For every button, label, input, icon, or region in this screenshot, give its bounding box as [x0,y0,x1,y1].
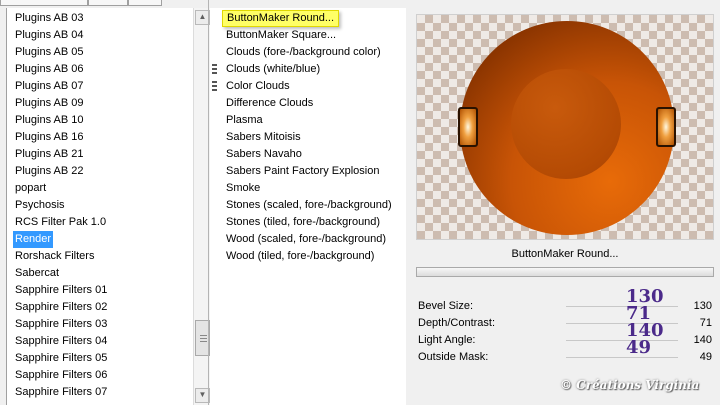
filter-item[interactable]: Smoke [222,180,264,197]
category-item[interactable]: Sapphire Filters 02 [13,299,109,316]
filter-item[interactable]: ButtonMaker Round... [222,10,340,27]
category-item[interactable]: Sapphire Filters 07 [13,384,109,401]
filter-item[interactable]: Stones (scaled, fore-/background) [222,197,396,214]
category-item[interactable]: Plugins AB 16 [13,129,86,146]
category-item[interactable]: Sapphire Filters 03 [13,316,109,333]
tab-stub[interactable] [88,0,128,6]
parameter-value[interactable]: 140 [694,334,712,346]
parameter-row[interactable]: Depth/Contrast: 71 [416,315,714,332]
category-item[interactable]: Psychosis [13,197,67,214]
category-item[interactable]: Sapphire Filters 05 [13,350,109,367]
category-item[interactable]: Plugins AB 21 [13,146,86,163]
tab-stub[interactable] [128,0,162,6]
preview-canvas [416,14,714,240]
panel-divider [208,0,209,405]
category-item[interactable]: Plugins AB 03 [13,10,86,27]
top-tab-strip [0,0,200,6]
parameter-slider[interactable] [566,357,678,358]
category-item[interactable]: Sapphire Filters 01 [13,282,109,299]
category-item[interactable]: Plugins AB 09 [13,95,86,112]
filter-item[interactable]: Clouds (white/blue) [222,61,324,78]
filter-item[interactable]: Sabers Paint Factory Explosion [222,163,383,180]
filter-item[interactable]: Difference Clouds [222,95,317,112]
category-item[interactable]: Sapphire Filters 06 [13,367,109,384]
parameter-label: Bevel Size: [418,300,474,312]
category-item[interactable]: Plugins AB 10 [13,112,86,129]
filter-item[interactable]: Sabers Mitoisis [222,129,305,146]
category-item[interactable]: Plugins AB 04 [13,27,86,44]
category-item[interactable]: Render [13,231,54,248]
parameter-label: Light Angle: [418,334,476,346]
category-item[interactable]: popart [13,180,48,197]
filter-item[interactable]: Sabers Navaho [222,146,306,163]
parameter-value[interactable]: 49 [700,351,712,363]
group-marker-icon [212,64,217,77]
filter-item[interactable]: Plasma [222,112,267,129]
tab-stub[interactable] [0,0,88,6]
category-item[interactable]: Plugins AB 07 [13,78,86,95]
filter-item[interactable]: Color Clouds [222,78,294,95]
preview-title: ButtonMaker Round... [416,243,714,265]
category-item[interactable]: Plugins AB 22 [13,163,86,180]
parameter-row[interactable]: Outside Mask: 49 [416,349,714,366]
group-marker-icon [212,81,217,94]
parameter-row[interactable]: Light Angle: 140 [416,332,714,349]
category-list: Plugins AB 03 Plugins AB 04 Plugins AB 05 P… [6,8,210,405]
parameter-value[interactable]: 130 [694,300,712,312]
value-annotation: 49 [626,337,652,358]
filter-item[interactable]: Clouds (fore-/background color) [222,44,385,61]
filter-item[interactable]: Wood (scaled, fore-/background) [222,231,390,248]
category-item[interactable]: Rorshack Filters [13,248,96,265]
preview-side-knob [656,107,676,147]
parameter-value[interactable]: 71 [700,317,712,329]
preview-side-knob [458,107,478,147]
filter-item[interactable]: ButtonMaker Square... [222,27,340,44]
watermark: © Créations Virginia [560,378,700,392]
category-item[interactable]: Sabercat [13,265,61,282]
filter-item[interactable]: Stones (tiled, fore-/background) [222,214,384,231]
progress-bar [416,267,714,277]
category-item[interactable]: Plugins AB 06 [13,61,86,78]
button-preview-inner [511,69,621,179]
filter-item[interactable]: Wood (tiled, fore-/background) [222,248,378,265]
category-item[interactable]: Plugins AB 05 [13,44,86,61]
parameter-label: Depth/Contrast: [418,317,496,329]
parameter-row[interactable]: Bevel Size: 130 [416,298,714,315]
category-item[interactable]: RCS Filter Pak 1.0 [13,214,108,231]
category-item[interactable]: Sapphire Filters 04 [13,333,109,350]
filter-list: ButtonMaker Round... ButtonMaker Square..… [210,8,406,405]
parameter-label: Outside Mask: [418,351,489,363]
